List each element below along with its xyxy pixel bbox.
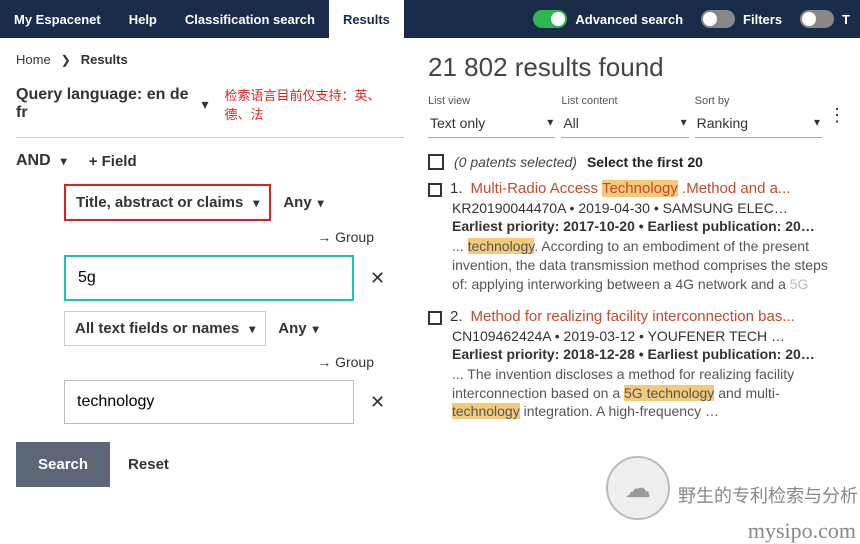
results-count: 21 802 results found: [428, 52, 846, 83]
query-language-selector[interactable]: Query language: en de fr: [16, 86, 189, 122]
group-link[interactable]: → Group: [16, 354, 404, 370]
reset-button[interactable]: Reset: [128, 456, 169, 473]
result-priority: Earliest priority: 2017-10-20 • Earliest…: [452, 218, 846, 234]
sort-by-label: Sort by: [695, 95, 822, 107]
result-title[interactable]: Method for realizing facility interconne…: [471, 308, 795, 325]
match-mode-any[interactable]: Any ▾: [278, 320, 318, 337]
result-meta: KR20190044470A • 2019-04-30 • SAMSUNG EL…: [452, 200, 846, 216]
chevron-down-icon: ▾: [253, 196, 259, 210]
result-abstract: ... technology. According to an embodime…: [452, 237, 846, 294]
sort-by-value: Ranking: [697, 115, 748, 131]
select-all-checkbox[interactable]: [428, 154, 444, 170]
switch-advanced-search[interactable]: [533, 10, 567, 28]
chevron-right-icon: ❯: [61, 53, 71, 67]
watermark-domain: mysipo.com: [748, 518, 856, 544]
search-button[interactable]: Search: [16, 442, 110, 487]
chevron-down-icon: ▾: [814, 115, 820, 131]
operator-and[interactable]: AND: [16, 152, 51, 170]
result-title[interactable]: Multi-Radio Access Technology .Method an…: [471, 180, 791, 197]
tab-results[interactable]: Results: [329, 0, 404, 38]
chevron-down-icon: ▾: [61, 154, 67, 168]
search-term-input-2[interactable]: [64, 380, 354, 424]
chevron-down-icon: ▾: [201, 96, 208, 113]
field-selector-title-abstract-claims[interactable]: Title, abstract or claims ▾: [64, 184, 271, 221]
clear-input-icon[interactable]: ✕: [366, 392, 389, 413]
result-abstract: ... The invention discloses a method for…: [452, 365, 846, 422]
chevron-down-icon: ▾: [681, 115, 687, 131]
tab-help[interactable]: Help: [115, 0, 171, 38]
list-view-selector[interactable]: Text only ▾: [428, 111, 555, 138]
chevron-down-icon: ▾: [313, 322, 319, 336]
result-checkbox[interactable]: [428, 311, 442, 325]
switch-advanced-search-label: Advanced search: [575, 12, 683, 27]
list-view-label: List view: [428, 95, 555, 107]
watermark-logotext: 野生的专利检索与分析: [678, 482, 858, 508]
switch-filters-label: Filters: [743, 12, 782, 27]
chevron-down-icon: ▾: [547, 115, 553, 131]
list-view-value: Text only: [430, 115, 485, 131]
match-mode-label: Any: [283, 194, 311, 211]
tab-my-espacenet[interactable]: My Espacenet: [0, 0, 115, 38]
clear-input-icon[interactable]: ✕: [366, 268, 389, 289]
switch-filters[interactable]: [701, 10, 735, 28]
add-field-button[interactable]: + Field: [89, 153, 137, 170]
list-content-selector[interactable]: All ▾: [561, 111, 688, 138]
switch-third-label: T: [842, 12, 850, 27]
sort-by-selector[interactable]: Ranking ▾: [695, 111, 822, 138]
query-language-note: 检索语言目前仅支持：英、德、法: [225, 85, 404, 123]
kebab-menu-icon[interactable]: ⋮: [828, 95, 846, 126]
breadcrumb: Home ❯ Results: [16, 38, 404, 75]
chevron-down-icon: ▾: [318, 196, 324, 210]
switch-third[interactable]: [800, 10, 834, 28]
result-number: 2.: [450, 308, 463, 325]
result-priority: Earliest priority: 2018-12-28 • Earliest…: [452, 346, 846, 362]
list-content-value: All: [563, 115, 579, 131]
result-number: 1.: [450, 180, 463, 197]
group-link[interactable]: → Group: [16, 229, 404, 245]
selected-count: (0 patents selected): [454, 154, 577, 170]
field-selector-label: All text fields or names: [75, 320, 239, 337]
field-selector-all-text-fields[interactable]: All text fields or names ▾: [64, 311, 266, 346]
watermark-logo-icon: ☁: [606, 456, 670, 520]
result-checkbox[interactable]: [428, 183, 442, 197]
result-meta: CN109462424A • 2019-03-12 • YOUFENER TEC…: [452, 328, 846, 344]
select-first-20[interactable]: Select the first 20: [587, 154, 703, 170]
match-mode-any[interactable]: Any ▾: [283, 194, 323, 211]
chevron-down-icon: ▾: [249, 322, 255, 336]
search-term-input-1[interactable]: [64, 255, 354, 301]
list-content-label: List content: [561, 95, 688, 107]
breadcrumb-home[interactable]: Home: [16, 52, 51, 67]
field-selector-label: Title, abstract or claims: [76, 194, 243, 211]
breadcrumb-current: Results: [81, 52, 128, 67]
match-mode-label: Any: [278, 320, 306, 337]
tab-classification-search[interactable]: Classification search: [171, 0, 329, 38]
